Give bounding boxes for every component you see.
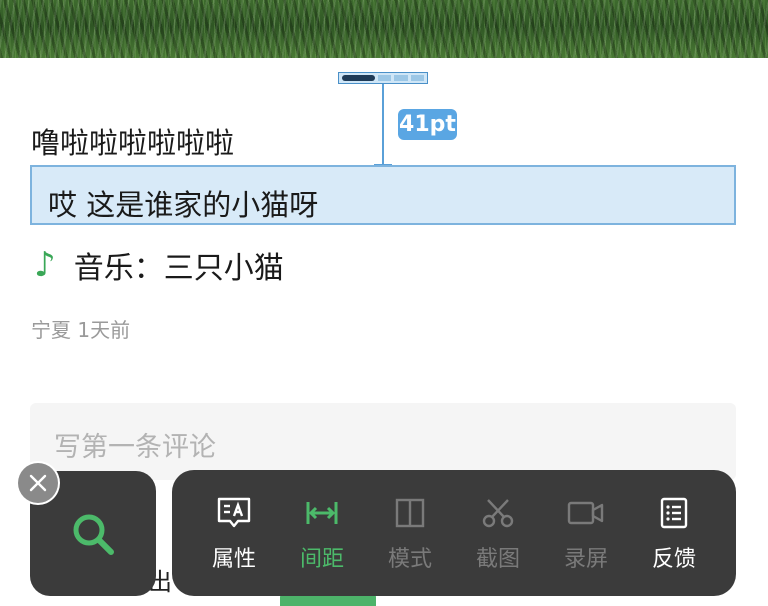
music-label: 音乐：三只小猫 <box>73 251 284 286</box>
tool-label: 模式 <box>387 547 432 572</box>
record-icon <box>566 493 606 533</box>
tool-record[interactable]: 录屏 <box>548 493 624 573</box>
time-label: 1天前 <box>77 318 131 342</box>
tool-label: 截图 <box>475 547 520 572</box>
location-label: 宁夏 <box>31 318 71 342</box>
screenshot-icon <box>478 493 518 533</box>
music-tag[interactable]: ♪ 音乐：三只小猫 <box>34 243 284 287</box>
music-note-icon: ♪ <box>34 245 56 285</box>
measure-handle[interactable] <box>338 72 428 84</box>
tool-label: 反馈 <box>651 547 696 572</box>
tool-label: 间距 <box>299 547 344 572</box>
spacing-icon <box>302 493 342 533</box>
properties-icon <box>214 493 254 533</box>
post-meta: 宁夏 1天前 <box>31 314 130 343</box>
post-text-line-1: 噜啦啦啦啦啦啦 <box>31 126 235 160</box>
tool-label: 录屏 <box>563 547 608 572</box>
tool-feedback[interactable]: 反馈 <box>636 493 712 573</box>
tool-properties[interactable]: 属性 <box>196 493 272 573</box>
tool-label: 属性 <box>211 547 256 572</box>
measure-value-badge: 41pt <box>398 109 457 140</box>
inspector-toolbar: 属性 间距 模式 截图 录屏 反馈 <box>172 470 736 596</box>
tool-spacing[interactable]: 间距 <box>284 493 360 573</box>
comment-placeholder: 写第一条评论 <box>54 432 216 463</box>
search-icon <box>73 514 114 555</box>
feedback-icon <box>654 493 694 533</box>
cover-image <box>0 0 768 58</box>
app-screen: 41pt 噜啦啦啦啦啦啦 哎 这是谁家的小猫呀 ♪ 音乐：三只小猫 宁夏 1天前… <box>0 0 768 606</box>
tool-screenshot[interactable]: 截图 <box>460 493 536 573</box>
measure-line <box>382 84 384 166</box>
tool-mode[interactable]: 模式 <box>372 493 448 573</box>
close-button[interactable] <box>18 463 58 503</box>
close-icon <box>29 474 47 492</box>
mode-icon <box>390 493 430 533</box>
post-text-line-2: 哎 这是谁家的小猫呀 <box>48 188 319 222</box>
